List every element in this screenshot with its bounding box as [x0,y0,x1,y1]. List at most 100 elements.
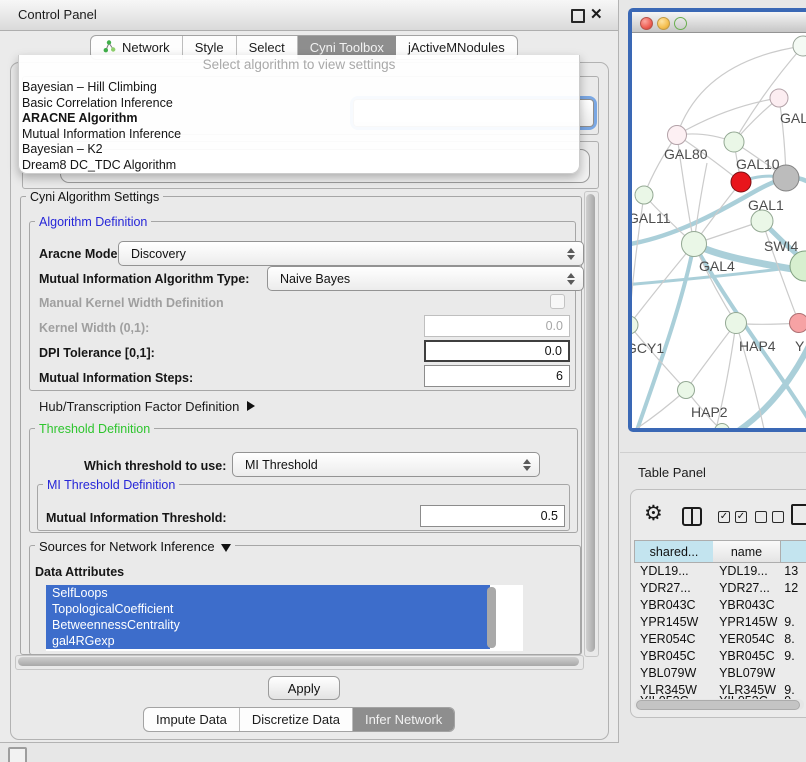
node-label: GAL4 [699,258,735,274]
node[interactable] [770,89,788,107]
node-label: GAL [780,110,806,126]
table-horizontal-scrollbar[interactable] [634,699,804,710]
gear-icon[interactable]: ⚙ [644,503,663,524]
network-graph: GAL GAL80 GAL10 GAL11 GAL1 SWI4 GAL4 GCY… [632,33,806,428]
mi-steps-label: Mutual Information Steps: [39,371,193,385]
tab-network-label: Network [122,40,170,55]
column-header-partial[interactable] [781,540,806,563]
node-red[interactable] [731,172,751,192]
node-label: SWI4 [764,238,798,254]
node-label: GAL10 [736,156,780,172]
table-row[interactable]: YBR043CYBR043C [634,597,806,614]
hub-definition-disclosure[interactable]: Hub/Transcription Factor Definition [39,399,255,414]
dropdown-prompt: Select algorithm to view settings [19,57,579,72]
node-gal11[interactable] [635,186,653,204]
screen: Control Panel ✕ Network Style Select [0,0,806,762]
tab-infer-network[interactable]: Infer Network [353,708,454,731]
aracne-mode-combobox[interactable]: Discovery [118,241,584,266]
close-icon[interactable]: ✕ [590,5,603,23]
which-threshold-combobox[interactable]: MI Threshold [232,452,540,477]
control-panel-titlebar: Control Panel ✕ [0,0,618,31]
mi-threshold-field[interactable] [420,505,565,527]
spinner-arrows-icon [567,248,575,260]
aracne-mode-label: Aracne Mode: [39,247,122,261]
algorithm-option[interactable]: Basic Correlation Inference [22,96,572,112]
minimize-traffic-light-icon[interactable] [657,17,670,30]
node-label: GAL11 [632,210,671,226]
settings-horizontal-scrollbar[interactable] [15,655,584,670]
node-hap4[interactable] [726,313,747,334]
node[interactable] [793,36,806,56]
algorithm-option[interactable]: Bayesian – Hill Climbing [22,80,572,96]
document-icon[interactable] [791,504,806,525]
list-item[interactable]: gal4RGexp [46,633,490,649]
zoom-traffic-light-icon[interactable] [674,17,687,30]
column-header-name[interactable]: name [713,540,781,563]
data-attributes-list: SelfLoops TopologicalCoefficient Between… [46,585,523,651]
table-row[interactable]: YPR145WYPR145W9. [634,614,806,631]
network-canvas[interactable]: GAL GAL80 GAL10 GAL11 GAL1 SWI4 GAL4 GCY… [632,33,806,428]
node-salmon[interactable] [790,314,806,333]
minimized-panel-icon[interactable] [8,747,27,762]
algorithm-dropdown-overlay: Select algorithm to view settings Bayesi… [18,55,580,174]
list-item[interactable]: BetweennessCentrality [46,617,490,633]
kernel-width-label: Kernel Width (0,1): [39,321,149,335]
sources-legend[interactable]: Sources for Network Inference [35,539,235,554]
split-columns-icon[interactable] [682,507,702,526]
network-window-titlebar[interactable] [632,12,806,33]
algorithm-option-selected[interactable]: ARACNE Algorithm [22,111,572,127]
apply-button[interactable]: Apply [268,676,340,700]
algorithm-option[interactable]: Bayesian – K2 [22,142,572,158]
table-row[interactable]: YBL079WYBL079W [634,665,806,682]
settings-vertical-scrollbar[interactable] [584,191,599,657]
node-label: GCY1 [632,340,664,356]
list-scrollbar[interactable] [487,587,496,648]
collapsed-arrow-icon [247,401,255,411]
mi-threshold-legend: MI Threshold Definition [43,478,179,492]
bottom-tab-bar: Impute Data Discretize Data Infer Networ… [143,707,455,732]
dpi-tolerance-field[interactable] [424,340,570,362]
control-panel-title: Control Panel [18,7,97,22]
mi-algorithm-type-combobox[interactable]: Naive Bayes [267,266,584,291]
column-header-shared[interactable]: shared... [634,540,714,563]
node-gcy1[interactable] [632,316,638,334]
table-panel-title: Table Panel [638,465,706,480]
table-body: YDL19...YDL19...13 YDR27...YDR27...12 YB… [634,563,806,699]
table-row[interactable]: YDR27...YDR27...12 [634,580,806,597]
spinner-arrows-icon [523,459,531,471]
threshold-definition-legend: Threshold Definition [35,422,154,436]
mi-algorithm-type-label: Mutual Information Algorithm Type: [39,272,249,286]
which-threshold-label: Which threshold to use: [84,459,226,473]
float-window-icon[interactable] [571,9,585,23]
node-hap2[interactable] [678,382,695,399]
node-gal4[interactable] [682,232,707,257]
node-gal1[interactable] [751,210,773,232]
algorithm-option[interactable]: Dream8 DC_TDC Algorithm [22,158,572,174]
table-row[interactable]: YER054CYER054C8. [634,631,806,648]
list-item[interactable]: SelfLoops [46,585,490,601]
table-row[interactable]: YDL19...YDL19...13 [634,563,806,580]
algorithm-option[interactable]: Mutual Information Inference [22,127,572,143]
kernel-width-field[interactable] [424,315,570,337]
network-icon [103,40,116,56]
tab-discretize-data[interactable]: Discretize Data [240,708,353,731]
node-gal80[interactable] [668,126,687,145]
node-swi4[interactable] [790,251,806,281]
cyni-algorithm-settings-legend: Cyni Algorithm Settings [26,190,163,204]
deselect-all-checkboxes-icon[interactable] [755,511,784,523]
dpi-tolerance-label: DPI Tolerance [0,1]: [39,346,155,360]
manual-kernel-width-label: Manual Kernel Width Definition [39,296,224,310]
divider [620,452,806,453]
tab-impute-data[interactable]: Impute Data [144,708,240,731]
mi-threshold-label: Mutual Information Threshold: [46,511,227,525]
list-item[interactable]: TopologicalCoefficient [46,601,490,617]
node-gal10[interactable] [724,132,744,152]
close-traffic-light-icon[interactable] [640,17,653,30]
select-all-checkboxes-icon[interactable]: ✓ ✓ [718,511,747,523]
node-label: GAL80 [664,146,708,162]
table-row[interactable]: YBR045CYBR045C9. [634,648,806,665]
mi-steps-field[interactable] [424,365,570,387]
node-label: GAL1 [748,197,784,213]
node-label: HAP2 [691,404,728,420]
manual-kernel-width-checkbox[interactable] [550,294,565,309]
